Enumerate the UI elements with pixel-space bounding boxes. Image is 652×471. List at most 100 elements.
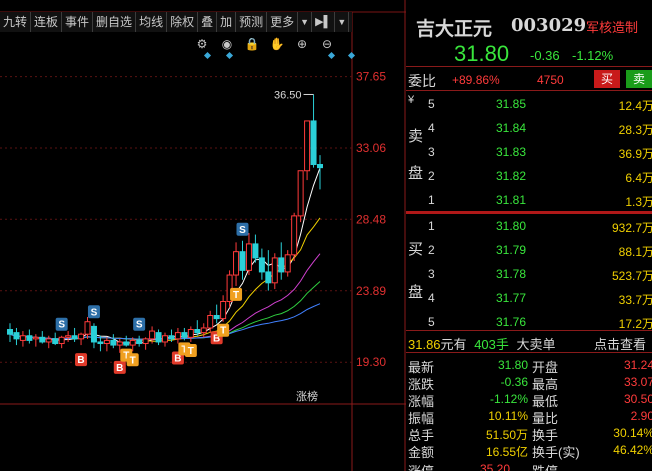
candle[interactable] (58, 336, 65, 345)
book-price[interactable]: 31.79 (496, 243, 526, 257)
buy-button[interactable]: 买 (594, 70, 620, 88)
candle[interactable] (155, 332, 162, 343)
candle[interactable] (220, 300, 227, 320)
toolbar-item-lianban[interactable]: 连板 (31, 12, 63, 32)
candle[interactable] (32, 336, 39, 340)
book-price[interactable]: 31.78 (496, 267, 526, 281)
candle[interactable] (187, 329, 194, 338)
candle[interactable] (317, 164, 323, 169)
toolbar-item-remove-watchlist[interactable]: 删自选 (93, 12, 137, 32)
candle[interactable] (84, 321, 91, 335)
candle[interactable] (265, 271, 272, 284)
book-price[interactable]: 31.80 (496, 219, 526, 233)
candle[interactable] (284, 254, 291, 273)
toolbar-item-overlay[interactable]: 叠 (198, 12, 218, 32)
weibi-volume: 4750 (537, 73, 564, 87)
sidebar-toggle-icon[interactable]: ▶▌ (312, 12, 336, 32)
candle[interactable] (200, 327, 207, 334)
settings-icon[interactable]: ⚙ (197, 37, 208, 51)
candle[interactable] (7, 329, 13, 335)
candle[interactable] (149, 330, 156, 340)
signal-label: T (130, 355, 136, 366)
candle[interactable] (19, 335, 26, 341)
candle[interactable] (78, 333, 85, 340)
book-price[interactable]: 31.85 (496, 97, 526, 111)
book-volume: 28.3万 (618, 123, 652, 137)
candle[interactable] (97, 341, 104, 345)
candle[interactable] (13, 332, 20, 340)
toolbar-item-forecast[interactable]: 预测 (236, 12, 268, 32)
eye-icon[interactable]: ◉ (222, 37, 232, 51)
dropdown-arrow-icon[interactable]: ▼ (335, 12, 350, 32)
candle[interactable] (213, 315, 220, 320)
ask-side-label-top: 卖 (408, 128, 424, 145)
candle[interactable] (194, 329, 201, 334)
candle[interactable] (26, 335, 33, 341)
dropdown-arrow-icon[interactable]: ▼ (298, 12, 313, 32)
candlestick-chart[interactable]: 37.6533.0628.4823.8919.30SBSBT TSBT TBTTS3… (0, 0, 406, 471)
book-level: 5 (428, 315, 435, 329)
candle[interactable] (52, 338, 59, 345)
candle[interactable] (233, 251, 240, 276)
y-tick-label: 28.48 (356, 212, 386, 226)
candle[interactable] (174, 332, 181, 340)
candle[interactable] (297, 170, 304, 217)
big-order-row: 31.86元有 403手 大卖单 (408, 334, 556, 353)
candle[interactable] (71, 335, 78, 340)
candle[interactable] (142, 338, 149, 345)
candle[interactable] (278, 257, 285, 273)
big-order-count: 403手 (474, 337, 509, 352)
toolbar-item-moving-average[interactable]: 均线 (136, 12, 168, 32)
candle[interactable] (168, 335, 175, 340)
bid-side-label-bottom: 盘 (408, 284, 424, 301)
candle[interactable] (136, 339, 143, 345)
book-price[interactable]: 31.77 (496, 291, 526, 305)
candle[interactable] (181, 332, 188, 338)
zoom-out-icon[interactable]: ⊖ (322, 37, 332, 51)
candle[interactable] (304, 120, 311, 172)
signal-label: T (188, 346, 194, 357)
lock-icon[interactable]: 🔒 (245, 37, 260, 51)
divider (406, 90, 652, 91)
book-price[interactable]: 31.83 (496, 145, 526, 159)
hand-icon[interactable]: ✋ (270, 37, 285, 51)
toolbar-item-add[interactable]: 加 (217, 12, 237, 32)
toolbar-item-events[interactable]: 事件 (62, 12, 94, 32)
candle[interactable] (129, 339, 136, 346)
book-level: 4 (428, 121, 435, 135)
candle[interactable] (103, 339, 110, 345)
candle[interactable] (258, 257, 265, 273)
concept-tag[interactable]: 军核造制 (586, 17, 638, 36)
candle[interactable] (123, 341, 130, 346)
book-price[interactable]: 31.76 (496, 315, 526, 329)
candle[interactable] (90, 325, 97, 343)
candle[interactable] (116, 341, 123, 346)
candle[interactable] (245, 243, 252, 271)
candle[interactable] (252, 243, 259, 259)
candle[interactable] (162, 335, 168, 343)
candle[interactable] (45, 338, 52, 343)
chart-toolbar: 九转 连板 事件 删自选 均线 除权 叠 加 预测 更多 ▼ ▶▌ ▼ (0, 12, 352, 32)
toolbar-item-more[interactable]: 更多 (267, 12, 299, 32)
zoom-in-icon[interactable]: ⊕ (297, 37, 307, 51)
big-order-text: 元有 (440, 337, 467, 352)
view-details-link[interactable]: 点击查看 (594, 334, 646, 353)
candle[interactable] (110, 339, 117, 346)
quote-value: 16.55亿 (485, 445, 528, 459)
sell-button[interactable]: 卖 (626, 70, 652, 88)
candle[interactable] (65, 335, 72, 338)
book-price[interactable]: 31.82 (496, 169, 526, 183)
book-volume: 932.7万 (611, 221, 652, 235)
candle[interactable] (207, 315, 214, 329)
candle[interactable] (291, 215, 298, 256)
candle[interactable] (239, 251, 246, 271)
signal-label: B (77, 355, 84, 366)
candle[interactable] (310, 120, 317, 166)
candle[interactable] (271, 257, 278, 284)
book-price[interactable]: 31.81 (496, 193, 526, 207)
book-price[interactable]: 31.84 (496, 121, 526, 135)
toolbar-item-ex-rights[interactable]: 除权 (167, 12, 199, 32)
bid-ask-separator (406, 211, 652, 214)
toolbar-item-jiuzhuan[interactable]: 九转 (0, 12, 32, 32)
candle[interactable] (39, 336, 46, 343)
